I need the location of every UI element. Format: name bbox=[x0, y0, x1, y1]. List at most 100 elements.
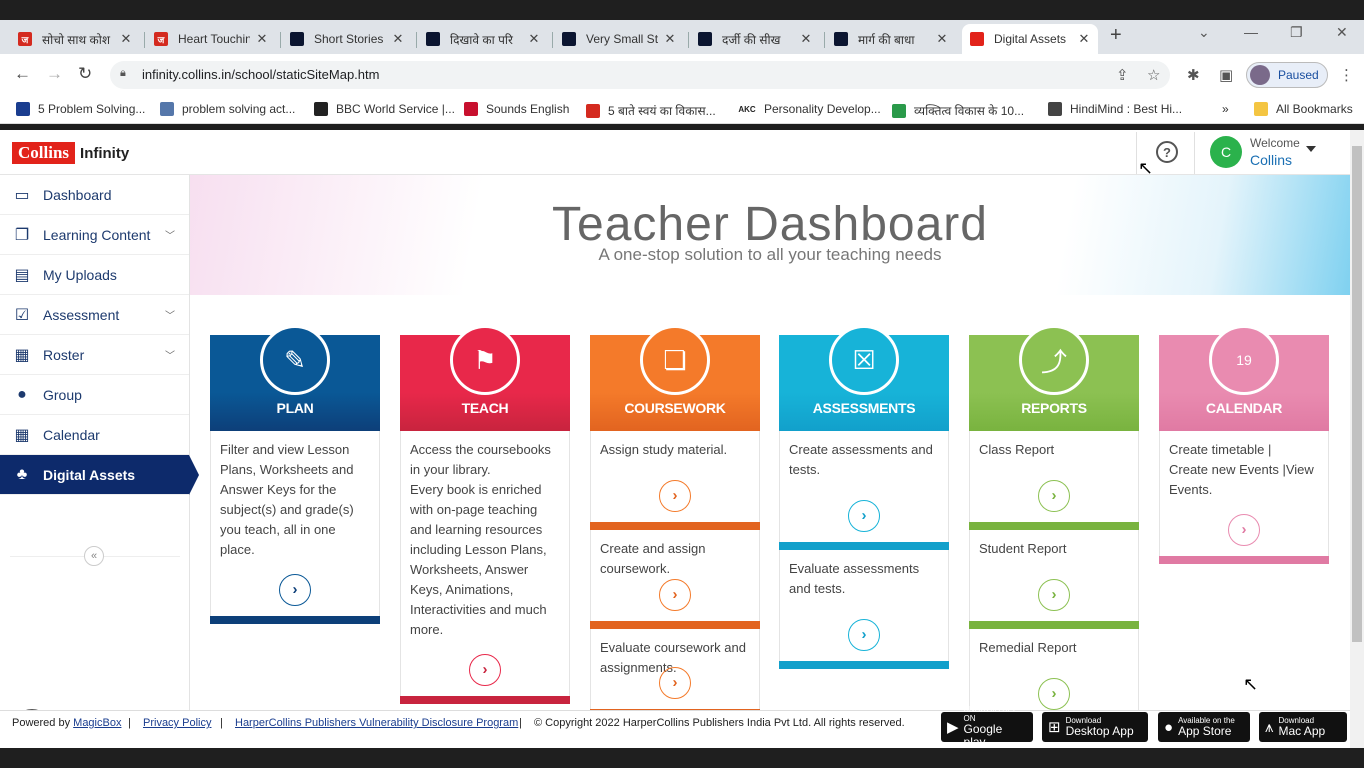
tab-title: Digital Assets bbox=[994, 32, 1067, 46]
tab-4[interactable]: दिखावे का परि ✕ bbox=[418, 24, 548, 54]
privacy-policy-link[interactable]: Privacy Policy bbox=[143, 717, 211, 729]
url-text[interactable]: infinity.collins.in/school/staticSiteMap… bbox=[142, 67, 379, 82]
sidebar-item-group[interactable]: ● Group bbox=[0, 375, 189, 415]
tab-3[interactable]: Short Stories ✕ bbox=[282, 24, 412, 54]
chevron-down-icon[interactable]: ﹀ bbox=[165, 227, 175, 242]
bookmark-item[interactable]: BBC World Service |... bbox=[314, 102, 455, 116]
sidebar-item-label: Roster bbox=[43, 346, 85, 363]
card-header[interactable]: ⚑ TEACH bbox=[400, 325, 570, 431]
sidebar-item-calendar[interactable]: ▦ Calendar bbox=[0, 415, 189, 455]
close-tab-icon[interactable]: ✕ bbox=[800, 31, 812, 47]
magicbox-link[interactable]: MagicBox bbox=[73, 717, 121, 729]
store-small-label: ANDROID APP ON bbox=[963, 705, 1019, 723]
user-avatar[interactable]: C bbox=[1210, 136, 1242, 168]
side-panel-icon[interactable]: ▣ bbox=[1219, 66, 1233, 84]
profile-button[interactable]: Paused bbox=[1246, 62, 1328, 88]
bookmark-item[interactable]: 5 बाते स्वयं का विकास... bbox=[586, 102, 716, 119]
bookmark-item[interactable]: HindiMind : Best Hi... bbox=[1048, 102, 1182, 116]
close-window-icon[interactable]: ✕ bbox=[1336, 24, 1348, 41]
tab-8[interactable]: Digital Assets ✕ bbox=[962, 24, 1098, 54]
minimize-icon[interactable]: — bbox=[1244, 24, 1258, 40]
extensions-icon[interactable]: ✱ bbox=[1187, 66, 1200, 84]
card-section: Evaluate coursework and assignments. › bbox=[590, 629, 760, 709]
card-section: Evaluate assessments and tests. › bbox=[779, 550, 949, 661]
card-calendar: 19 CALENDAR Create timetable | Create new … bbox=[1159, 325, 1329, 564]
chevron-right-icon[interactable]: › bbox=[659, 579, 691, 611]
sidebar-item-roster[interactable]: ▦ Roster ﹀ bbox=[0, 335, 189, 375]
chevron-down-icon[interactable] bbox=[1306, 146, 1316, 152]
all-bookmarks[interactable]: All Bookmarks bbox=[1254, 102, 1353, 116]
collapse-sidebar-icon[interactable]: « bbox=[84, 546, 104, 566]
chevron-right-icon[interactable]: › bbox=[659, 480, 691, 512]
store-badge-4[interactable]: ⩚ Download Mac App bbox=[1259, 712, 1347, 742]
site-info-icon[interactable]: 🔒︎ bbox=[120, 67, 126, 80]
bookmarks-overflow[interactable]: » bbox=[1222, 102, 1229, 116]
close-tab-icon[interactable]: ✕ bbox=[528, 31, 540, 47]
forward-icon[interactable]: → bbox=[46, 64, 63, 84]
back-icon[interactable]: ← bbox=[14, 64, 31, 84]
chevron-right-icon[interactable]: › bbox=[1038, 579, 1070, 611]
bookmark-item[interactable]: व्यक्तित्व विकास के 10... bbox=[892, 102, 1024, 119]
restore-icon[interactable]: ❐ bbox=[1290, 24, 1303, 41]
store-badge-3[interactable]: ● Available on the App Store bbox=[1158, 712, 1250, 742]
tab-6[interactable]: दर्जी की सीख ✕ bbox=[690, 24, 820, 54]
tab-separator bbox=[144, 32, 145, 48]
tab-5[interactable]: Very Small St ✕ bbox=[554, 24, 684, 54]
chevron-right-icon[interactable]: › bbox=[659, 667, 691, 699]
store-logo-icon: ⊞ bbox=[1048, 719, 1061, 736]
scrollbar-thumb[interactable] bbox=[1352, 146, 1362, 642]
tab-2[interactable]: ज Heart Touching ✕ bbox=[146, 24, 276, 54]
close-tab-icon[interactable]: ✕ bbox=[664, 31, 676, 47]
browser-menu-icon[interactable]: ⋮ bbox=[1339, 66, 1354, 84]
card-header[interactable]: ☒ ASSESSMENTS bbox=[779, 325, 949, 431]
mouse-cursor-icon: ↖ bbox=[1243, 674, 1259, 694]
chevron-right-icon[interactable]: › bbox=[1038, 480, 1070, 512]
chevron-right-icon[interactable]: › bbox=[1228, 514, 1260, 546]
store-badge-2[interactable]: ⊞ Download Desktop App bbox=[1042, 712, 1148, 742]
bookmark-item[interactable]: Sounds English bbox=[464, 102, 569, 116]
card-header[interactable]: ⤴ REPORTS bbox=[969, 325, 1139, 431]
sidebar-item-assessment[interactable]: ☑ Assessment ﹀ bbox=[0, 295, 189, 335]
card-header[interactable]: ✎ PLAN bbox=[210, 325, 380, 431]
folder-icon bbox=[1254, 102, 1268, 116]
close-tab-icon[interactable]: ✕ bbox=[1078, 31, 1090, 47]
share-icon[interactable]: ⇪ bbox=[1116, 66, 1129, 84]
chevron-right-icon[interactable]: › bbox=[1038, 678, 1070, 710]
chevron-right-icon[interactable]: › bbox=[848, 500, 880, 532]
new-tab-button[interactable]: + bbox=[1110, 24, 1122, 47]
bookmark-item[interactable]: 5 Problem Solving... bbox=[16, 102, 145, 116]
close-tab-icon[interactable]: ✕ bbox=[936, 31, 948, 47]
sidebar-item-my-uploads[interactable]: ▤ My Uploads bbox=[0, 255, 189, 295]
card-title: ASSESSMENTS bbox=[812, 400, 916, 416]
store-badge-1[interactable]: ▶ ANDROID APP ON Google play bbox=[941, 705, 1033, 749]
sidebar-item-digital-assets[interactable]: ♣ Digital Assets bbox=[0, 455, 199, 495]
store-big-label: Mac App bbox=[1278, 724, 1326, 738]
chevron-right-icon[interactable]: › bbox=[279, 574, 311, 606]
sidebar-item-dashboard[interactable]: ▭ Dashboard bbox=[0, 175, 189, 215]
bookmark-item[interactable]: problem solving act... bbox=[160, 102, 295, 116]
close-tab-icon[interactable]: ✕ bbox=[120, 31, 132, 47]
user-name[interactable]: Collins bbox=[1250, 152, 1292, 168]
chevron-down-icon[interactable]: ﹀ bbox=[165, 347, 175, 362]
bookmark-item[interactable]: AKC Personality Develop... bbox=[738, 102, 881, 116]
tab-7[interactable]: मार्ग की बाधा ✕ bbox=[826, 24, 956, 54]
help-icon[interactable]: ? bbox=[1156, 141, 1178, 163]
chevron-down-icon[interactable]: ﹀ bbox=[165, 307, 175, 322]
collins-logo[interactable]: Collins Infinity bbox=[12, 142, 129, 164]
card-header[interactable]: ❏ COURSEWORK bbox=[590, 325, 760, 431]
sidebar-item-label: Digital Assets bbox=[43, 466, 136, 483]
tab-search-icon[interactable]: ⌄ bbox=[1198, 24, 1210, 41]
close-tab-icon[interactable]: ✕ bbox=[256, 31, 268, 47]
tab-1[interactable]: ज सोचो साथ कोश ✕ bbox=[10, 24, 140, 54]
tab-title: दर्जी की सीख bbox=[722, 32, 781, 47]
sidebar-item-learning-content[interactable]: ❐ Learning Content ﹀ bbox=[0, 215, 189, 255]
reload-icon[interactable]: ↻ bbox=[78, 64, 92, 84]
bookmark-star-icon[interactable]: ☆ bbox=[1147, 66, 1160, 84]
chevron-right-icon[interactable]: › bbox=[469, 654, 501, 686]
close-tab-icon[interactable]: ✕ bbox=[392, 31, 404, 47]
chevron-right-icon[interactable]: › bbox=[848, 619, 880, 651]
window-titlebar bbox=[0, 0, 1364, 20]
card-header[interactable]: 19 CALENDAR bbox=[1159, 325, 1329, 431]
store-logo-icon: ⩚ bbox=[1265, 718, 1274, 736]
vulnerability-program-link[interactable]: HarperCollins Publishers Vulnerability D… bbox=[235, 717, 518, 729]
